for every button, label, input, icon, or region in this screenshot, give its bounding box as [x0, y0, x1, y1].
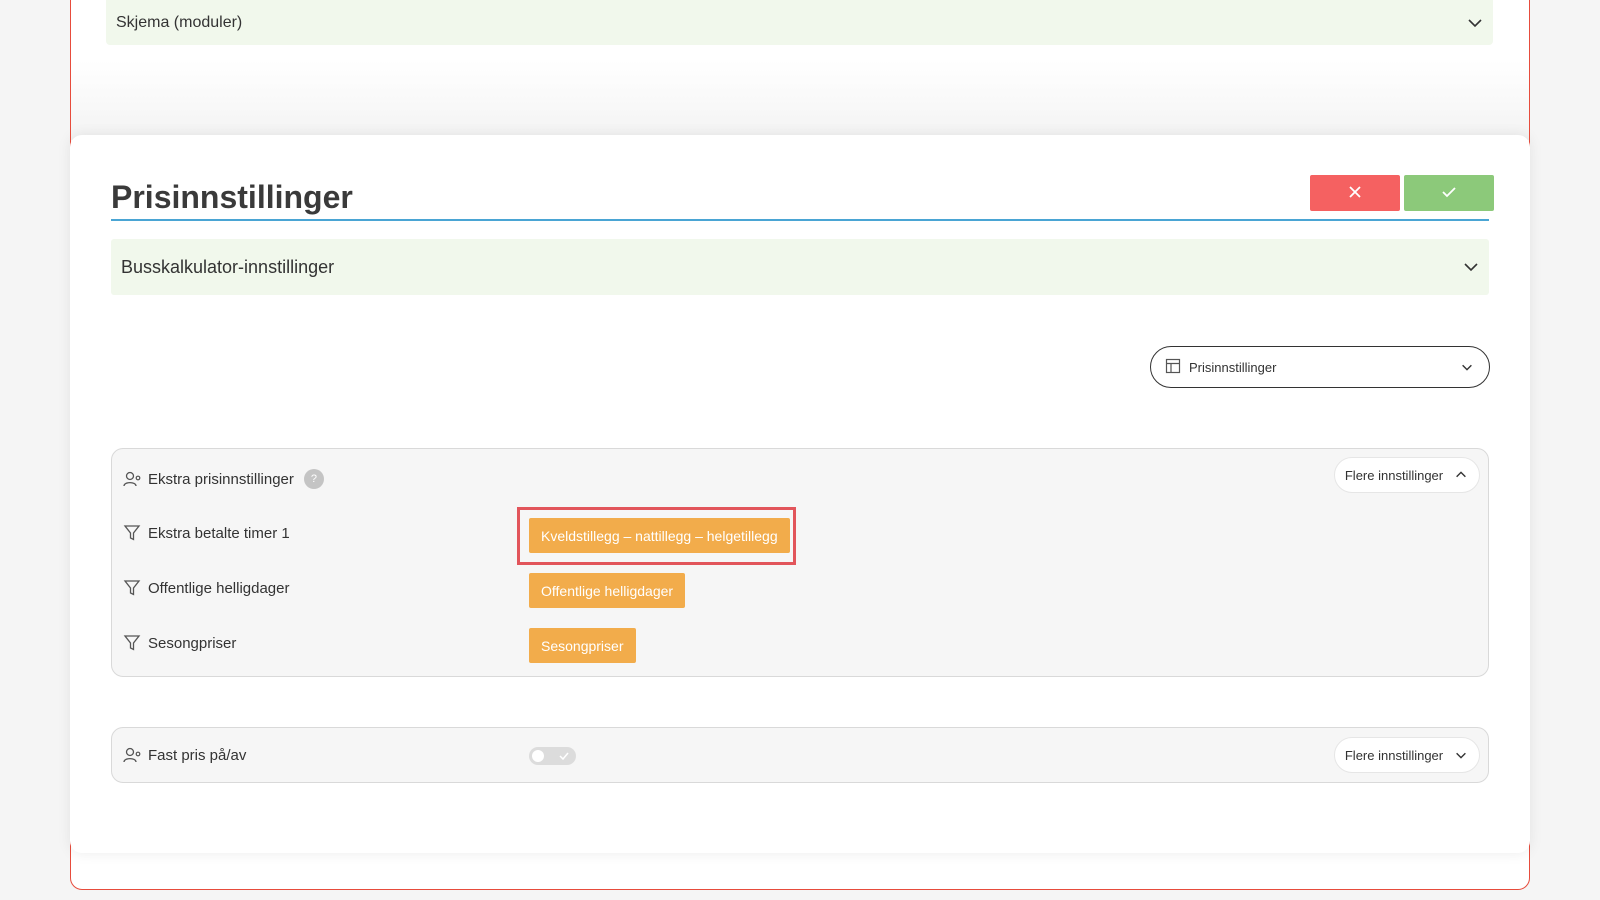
view-select-dropdown[interactable]: Prisinnstillinger — [1150, 346, 1490, 388]
chevron-down-icon — [1453, 747, 1469, 763]
evening-night-weekend-surcharge-button[interactable]: Kveldstillegg – nattillegg – helgetilleg… — [529, 518, 790, 553]
schema-modules-accordion[interactable]: Skjema (moduler) — [106, 0, 1493, 45]
row-label: Offentlige helligdager — [148, 579, 290, 597]
fixed-price-label: Fast pris på/av — [148, 746, 247, 764]
page-title: Prisinnstillinger — [111, 179, 353, 215]
close-icon — [1348, 185, 1362, 202]
row-public-holidays: Offentlige helligdager — [122, 578, 290, 598]
help-icon[interactable]: ? — [303, 469, 324, 489]
fixed-price-panel: Fast pris på/av Flere innstillinger — [111, 727, 1489, 783]
fixed-price-toggle[interactable] — [529, 747, 576, 765]
cancel-button[interactable] — [1310, 175, 1400, 211]
row-extra-paid-hours: Ekstra betalte timer 1 — [122, 523, 290, 543]
bus-calculator-settings-accordion[interactable]: Busskalkulator-innstillinger — [111, 239, 1489, 295]
row-label: Sesongpriser — [148, 634, 237, 652]
chevron-up-icon — [1453, 467, 1469, 483]
chevron-down-icon — [1467, 15, 1483, 31]
fixed-price-header: Fast pris på/av — [122, 745, 246, 765]
background-fade — [71, 60, 1529, 140]
filter-icon — [122, 578, 142, 598]
chevron-down-icon — [1463, 259, 1479, 275]
toggle-knob — [532, 750, 544, 762]
modal-header: Prisinnstillinger — [111, 175, 1494, 221]
more-settings-label: Flere innstillinger — [1344, 467, 1444, 483]
more-settings-label: Flere innstillinger — [1344, 747, 1444, 763]
bus-calculator-settings-label: Busskalkulator-innstillinger — [121, 256, 335, 277]
more-settings-button[interactable]: Flere innstillinger — [1334, 737, 1480, 773]
table-icon — [1165, 358, 1181, 377]
public-holidays-button[interactable]: Offentlige helligdager — [529, 573, 686, 608]
extra-price-settings-panel: Ekstra prisinnstillinger ? Flere innstil… — [111, 448, 1489, 677]
extra-price-settings-label: Ekstra prisinnstillinger — [148, 470, 294, 488]
row-season-prices: Sesongpriser — [122, 633, 236, 653]
schema-modules-label: Skjema (moduler) — [116, 13, 243, 31]
more-settings-button[interactable]: Flere innstillinger — [1334, 457, 1480, 493]
check-icon — [1441, 185, 1457, 202]
price-settings-modal: Prisinnstillinger Busskalkulator-innstil… — [70, 135, 1530, 853]
confirm-button[interactable] — [1404, 175, 1494, 211]
extra-price-settings-header: Ekstra prisinnstillinger ? — [122, 469, 324, 489]
user-settings-icon — [122, 469, 142, 489]
chevron-down-icon — [1459, 359, 1475, 375]
filter-icon — [122, 633, 142, 653]
check-icon — [558, 749, 570, 767]
view-select-value: Prisinnstillinger — [1189, 359, 1277, 375]
filter-icon — [122, 523, 142, 543]
user-settings-icon — [122, 745, 142, 765]
season-prices-button[interactable]: Sesongpriser — [529, 628, 636, 663]
row-label: Ekstra betalte timer 1 — [148, 524, 290, 542]
